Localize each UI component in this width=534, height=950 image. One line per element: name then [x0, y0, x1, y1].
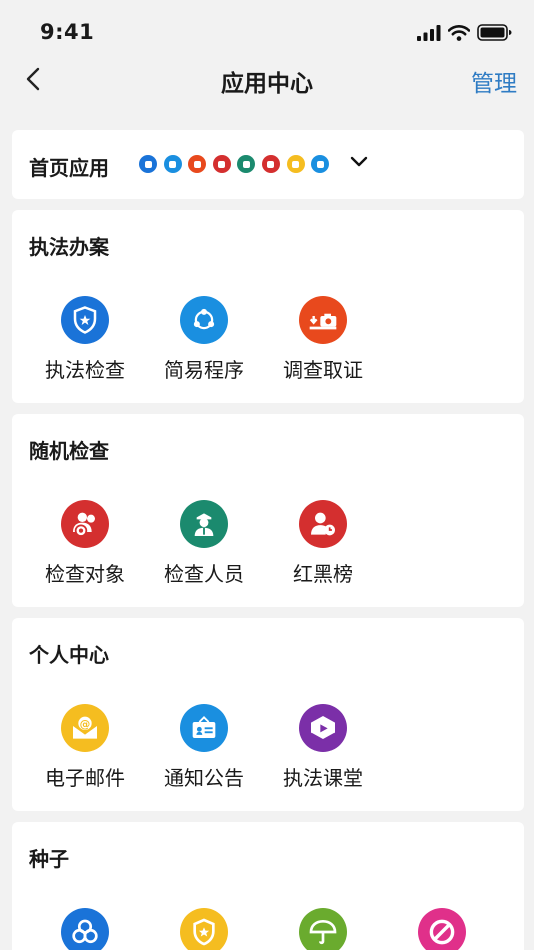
forbidden-icon — [418, 908, 466, 950]
circles-icon — [61, 908, 109, 950]
wifi-icon — [448, 24, 470, 41]
app-label: 红黑榜 — [293, 562, 353, 586]
camera-icon — [299, 296, 347, 344]
home-apps-icon-strip — [139, 155, 330, 173]
umbrella-icon — [299, 908, 347, 950]
expand-home-apps-button[interactable] — [349, 152, 369, 172]
app-label: 执法课堂 — [283, 766, 363, 790]
chevron-down-icon — [350, 156, 368, 167]
shield-star-icon — [180, 908, 228, 950]
section-title: 个人中心 — [29, 643, 109, 667]
app-tile[interactable] — [263, 908, 383, 950]
app-label: 执法检查 — [45, 358, 125, 382]
app-tile[interactable]: 检查人员 — [144, 500, 264, 587]
section-card: 执法办案执法检查 简易程序 调查取证 — [12, 210, 524, 403]
app-tile[interactable]: 执法检查 — [25, 296, 145, 383]
badge-shield-icon — [139, 155, 157, 173]
app-label: 检查人员 — [164, 562, 244, 586]
battery-icon — [477, 24, 512, 41]
officer-icon — [237, 155, 256, 173]
section-card: 随机检查检查对象 检查人员 红黑榜 — [12, 414, 524, 607]
mail-icon — [286, 155, 305, 173]
svg-text:@: @ — [80, 717, 91, 730]
manage-button[interactable]: 管理 — [471, 64, 517, 98]
officer-icon — [180, 500, 228, 548]
people-icon — [212, 155, 231, 173]
app-label: 检查对象 — [45, 562, 125, 586]
people-icon — [61, 500, 109, 548]
camera-icon — [188, 155, 207, 173]
notice-icon — [311, 155, 330, 173]
section-card: 种子 — [12, 822, 524, 950]
mail-icon: @ — [61, 704, 109, 752]
status-time: 9:41 — [40, 20, 95, 44]
status-icons — [417, 24, 512, 41]
cellular-signal-icon — [417, 24, 441, 41]
video-class-icon — [299, 704, 347, 752]
app-label: 简易程序 — [164, 358, 244, 382]
app-label: 调查取证 — [283, 358, 363, 382]
app-tile[interactable]: 执法课堂 — [263, 704, 383, 791]
person-clock-icon — [261, 155, 280, 173]
notice-icon — [180, 704, 228, 752]
home-apps-card: 首页应用 — [12, 130, 524, 199]
page-title: 应用中心 — [221, 71, 313, 97]
app-tile[interactable] — [382, 908, 502, 950]
app-tile[interactable]: @ 电子邮件 — [25, 704, 145, 791]
app-tile[interactable]: 调查取证 — [263, 296, 383, 383]
section-card: 个人中心 @ 电子邮件 通知公告 执法课堂 — [12, 618, 524, 811]
badge-shield-icon — [61, 296, 109, 344]
app-tile[interactable] — [144, 908, 264, 950]
app-tile[interactable]: 红黑榜 — [263, 500, 383, 587]
app-label: 通知公告 — [164, 766, 244, 790]
section-title: 随机检查 — [29, 439, 109, 463]
app-tile[interactable] — [25, 908, 145, 950]
app-label: 电子邮件 — [45, 766, 125, 790]
person-clock-icon — [299, 500, 347, 548]
share-nodes-icon — [180, 296, 228, 344]
home-apps-label: 首页应用 — [29, 156, 109, 180]
app-tile[interactable]: 简易程序 — [144, 296, 264, 383]
app-tile[interactable]: 检查对象 — [25, 500, 145, 587]
section-title: 执法办案 — [29, 235, 109, 259]
app-tile[interactable]: 通知公告 — [144, 704, 264, 791]
nav-bar: 应用中心 管理 — [0, 56, 534, 102]
section-title: 种子 — [29, 847, 69, 871]
status-bar: 9:41 — [0, 0, 534, 60]
share-nodes-icon — [163, 155, 182, 173]
